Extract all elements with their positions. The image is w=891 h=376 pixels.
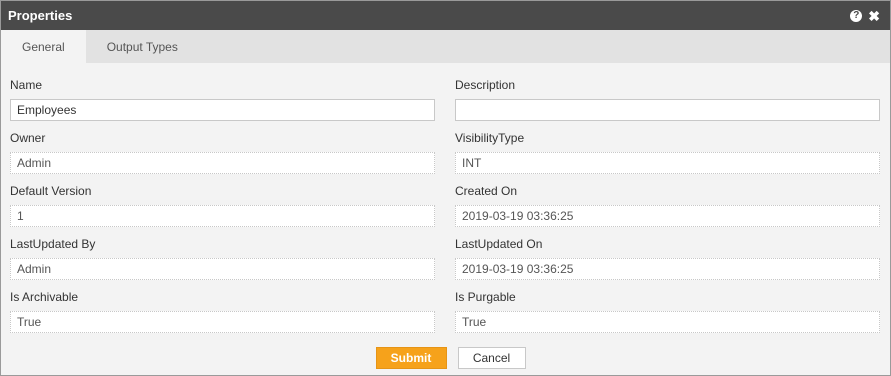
name-field: Name <box>10 78 435 121</box>
description-input[interactable] <box>455 99 880 121</box>
general-form: Name Description Owner Admin VisibilityT… <box>1 63 890 373</box>
tab-general[interactable]: General <box>1 30 86 63</box>
cancel-button[interactable]: Cancel <box>457 347 526 369</box>
is-purgable-field: Is Purgable True <box>455 290 880 333</box>
dialog-title: Properties <box>8 8 73 23</box>
last-updated-by-field: LastUpdated By Admin <box>10 237 435 280</box>
last-updated-on-label: LastUpdated On <box>455 237 543 251</box>
is-purgable-label: Is Purgable <box>455 290 516 304</box>
title-icons: ? ✖ <box>850 9 880 23</box>
created-on-value: 2019-03-19 03:36:25 <box>455 205 880 227</box>
last-updated-by-value: Admin <box>10 258 435 280</box>
name-input[interactable] <box>10 99 435 121</box>
default-version-label: Default Version <box>10 184 92 198</box>
submit-button[interactable]: Submit <box>375 347 447 369</box>
created-on-label: Created On <box>455 184 518 198</box>
title-bar: Properties ? ✖ <box>1 1 890 30</box>
visibility-type-field: VisibilityType INT <box>455 131 880 174</box>
owner-label: Owner <box>10 131 46 145</box>
is-archivable-label: Is Archivable <box>10 290 79 304</box>
name-label: Name <box>10 78 43 92</box>
last-updated-on-value: 2019-03-19 03:36:25 <box>455 258 880 280</box>
description-field: Description <box>455 78 880 121</box>
is-archivable-field: Is Archivable True <box>10 290 435 333</box>
default-version-value: 1 <box>10 205 435 227</box>
is-archivable-value: True <box>10 311 435 333</box>
visibility-type-label: VisibilityType <box>455 131 525 145</box>
created-on-field: Created On 2019-03-19 03:36:25 <box>455 184 880 227</box>
visibility-type-value: INT <box>455 152 880 174</box>
owner-value: Admin <box>10 152 435 174</box>
last-updated-by-label: LastUpdated By <box>10 237 96 251</box>
is-purgable-value: True <box>455 311 880 333</box>
last-updated-on-field: LastUpdated On 2019-03-19 03:36:25 <box>455 237 880 280</box>
close-icon[interactable]: ✖ <box>868 9 880 23</box>
owner-field: Owner Admin <box>10 131 435 174</box>
properties-dialog: Properties ? ✖ General Output Types Name… <box>0 0 891 376</box>
help-icon[interactable]: ? <box>850 9 863 22</box>
button-row: Submit Cancel <box>1 347 890 369</box>
description-label: Description <box>455 78 516 92</box>
tab-output-types[interactable]: Output Types <box>86 30 199 63</box>
tab-bar: General Output Types <box>1 30 890 63</box>
default-version-field: Default Version 1 <box>10 184 435 227</box>
